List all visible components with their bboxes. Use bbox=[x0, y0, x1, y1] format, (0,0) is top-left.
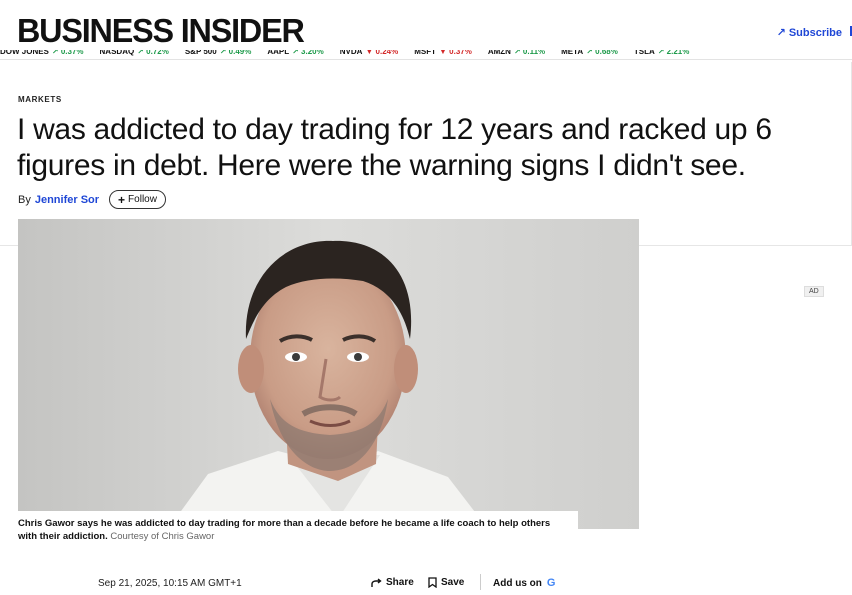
arrow-up-icon: ↗ bbox=[657, 50, 667, 56]
ticker-item[interactable]: META ↗ 0.68% bbox=[561, 50, 618, 56]
arrow-up-icon: ↗ bbox=[586, 50, 596, 56]
ticker-change: 0.24% bbox=[375, 50, 399, 56]
save-button[interactable]: Save bbox=[428, 577, 464, 588]
arrow-up-icon: ↗ bbox=[292, 50, 302, 56]
subscribe-link[interactable]: ↗ Subscribe bbox=[776, 26, 842, 40]
ticker-symbol: AMZN bbox=[487, 50, 511, 56]
publish-date: Sep 21, 2025, 10:15 AM GMT+1 bbox=[98, 578, 242, 589]
by-label: By bbox=[18, 193, 31, 206]
arrow-up-icon: ↗ bbox=[51, 50, 61, 56]
ticker-item[interactable]: DOW JONES ↗ 0.37% bbox=[0, 50, 84, 56]
google-g-icon: G bbox=[546, 577, 556, 589]
ticker-item[interactable]: TSLA ↗ 2.21% bbox=[634, 50, 690, 56]
subscribe-label: Subscribe bbox=[788, 26, 842, 39]
ticker-symbol: META bbox=[561, 50, 584, 56]
share-button[interactable]: Share bbox=[371, 577, 414, 588]
follow-label: Follow bbox=[128, 194, 157, 205]
plus-icon: + bbox=[118, 192, 126, 207]
article-headline: I was addicted to day trading for 12 yea… bbox=[17, 113, 772, 182]
ticker-change: 0.37% bbox=[60, 50, 84, 56]
ticker-change: 0.37% bbox=[449, 50, 472, 56]
byline: By Jennifer Sor + Follow bbox=[18, 190, 166, 209]
bookmark-icon bbox=[428, 577, 437, 588]
ticker-item[interactable]: AAPL ↗ 3.20% bbox=[267, 50, 323, 56]
arrow-up-icon: ↗ bbox=[219, 50, 229, 56]
share-label: Share bbox=[386, 577, 414, 588]
ticker-change: 0.49% bbox=[228, 50, 252, 56]
arrow-up-icon: ↗ bbox=[513, 50, 523, 56]
portrait-illustration bbox=[18, 219, 639, 529]
arrow-down-icon: ▼ bbox=[439, 50, 450, 56]
ticker-symbol: AAPL bbox=[267, 50, 290, 56]
photo-credit: Courtesy of Chris Gawor bbox=[110, 531, 215, 542]
save-label: Save bbox=[441, 577, 465, 588]
arrow-up-right-icon: ↗ bbox=[776, 27, 786, 39]
hero-photo bbox=[18, 219, 639, 529]
photo-caption: Chris Gawor says he was addicted to day … bbox=[18, 517, 563, 543]
ticker-change: 2.21% bbox=[666, 50, 690, 56]
arrow-up-icon: ↗ bbox=[137, 50, 147, 56]
ticker-symbol: MSFT bbox=[414, 50, 437, 56]
caption-text: Chris Gawor says he was addicted to day … bbox=[18, 518, 551, 542]
ticker-item[interactable]: S&P 500 ↗ 0.49% bbox=[185, 50, 252, 56]
ticker-change: 3.20% bbox=[301, 50, 324, 56]
ticker-item[interactable]: NASDAQ ↗ 0.72% bbox=[100, 50, 169, 56]
ticker-symbol: NASDAQ bbox=[99, 50, 135, 56]
ticker-change: 0.11% bbox=[522, 50, 546, 56]
ticker-change: 0.68% bbox=[595, 50, 618, 56]
actions-divider bbox=[480, 574, 481, 590]
stock-ticker: DOW JONES ↗ 0.37% NASDAQ ↗ 0.72% S&P 500 ↗ 0.… bbox=[0, 50, 852, 62]
arrow-down-icon: ▼ bbox=[365, 50, 376, 56]
ticker-item[interactable]: MSFT ▼ 0.37% bbox=[414, 50, 472, 56]
add-us-label: Add us on bbox=[493, 577, 542, 589]
ad-badge[interactable]: AD bbox=[804, 286, 824, 297]
article-actions-bar: Sep 21, 2025, 10:15 AM GMT+1 Share Save … bbox=[0, 570, 852, 594]
ticker-item[interactable]: NVDA ▼ 0.24% bbox=[340, 50, 399, 56]
ticker-change: 0.72% bbox=[146, 50, 169, 56]
author-link[interactable]: Jennifer Sor bbox=[35, 194, 99, 206]
site-logo[interactable]: BUSINESS INSIDER bbox=[17, 12, 305, 50]
ticker-symbol: S&P 500 bbox=[184, 50, 217, 56]
share-icon bbox=[371, 577, 382, 587]
ticker-item[interactable]: AMZN ↗ 0.11% bbox=[488, 50, 545, 56]
ticker-symbol: NVDA bbox=[339, 50, 363, 56]
add-us-on-google-button[interactable]: Add us on G bbox=[493, 577, 555, 589]
follow-button[interactable]: + Follow bbox=[109, 190, 166, 209]
ticker-symbol: DOW JONES bbox=[0, 50, 49, 56]
section-label[interactable]: MARKETS bbox=[18, 95, 62, 104]
ticker-symbol: TSLA bbox=[633, 50, 655, 56]
